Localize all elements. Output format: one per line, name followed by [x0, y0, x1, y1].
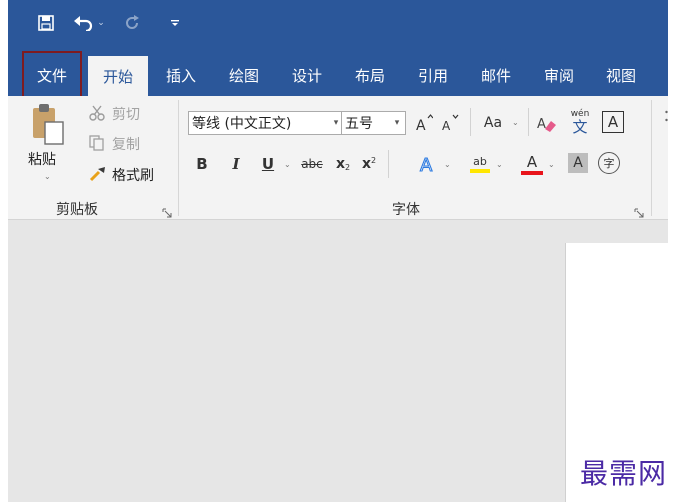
separator — [470, 108, 471, 136]
undo-dropdown-icon[interactable]: ⌄ — [96, 12, 106, 34]
font-launcher-icon[interactable] — [634, 203, 644, 218]
text-effects-dropdown-icon[interactable]: ⌄ — [444, 160, 451, 169]
italic-button[interactable]: I — [226, 152, 246, 176]
subscript-mark: 2 — [344, 163, 351, 172]
character-border-button[interactable]: A — [602, 111, 624, 133]
svg-text:A: A — [442, 119, 451, 133]
svg-text:A: A — [537, 117, 546, 132]
highlight-dropdown-icon[interactable]: ⌄ — [496, 160, 503, 169]
subscript-button[interactable]: x2 — [332, 152, 354, 176]
paste-icon[interactable] — [28, 100, 68, 148]
format-painter-label[interactable]: 格式刷 — [112, 165, 154, 185]
tab-view[interactable]: 视图 — [598, 58, 644, 92]
phonetic-guide-button[interactable]: wén 文 — [568, 107, 592, 137]
font-name-combo[interactable]: 等线 (中文正文) ▾ — [188, 111, 345, 135]
font-color-swatch — [521, 171, 543, 175]
svg-text:A: A — [420, 155, 433, 175]
ribbon-overflow-dots-icon — [665, 108, 668, 138]
cut-label: 剪切 — [112, 107, 140, 123]
cut-icon — [88, 104, 106, 122]
tab-home[interactable]: 开始 — [88, 56, 148, 96]
separator — [528, 108, 529, 136]
font-group-label: 字体 — [392, 202, 420, 218]
watermark: 最需网 — [580, 457, 668, 490]
customize-quick-access-icon[interactable] — [168, 12, 182, 34]
font-color-button[interactable]: A — [520, 151, 544, 177]
tab-draw[interactable]: 绘图 — [221, 58, 267, 92]
enclose-characters-button[interactable]: 字 — [598, 152, 620, 174]
tab-review[interactable]: 审阅 — [536, 58, 582, 92]
font-name-value: 等线 (中文正文) — [192, 116, 292, 132]
font-size-dropdown-icon[interactable]: ▾ — [389, 118, 405, 128]
tab-layout[interactable]: 布局 — [347, 58, 393, 92]
tab-insert[interactable]: 插入 — [158, 58, 204, 92]
group-separator — [178, 100, 179, 216]
tab-file[interactable]: 文件 — [24, 58, 80, 92]
clear-formatting-icon[interactable]: A — [536, 111, 558, 135]
font-color-char: A — [526, 153, 538, 171]
tab-references[interactable]: 引用 — [410, 58, 456, 92]
superscript-button[interactable]: x2 — [358, 152, 380, 176]
highlight-color-swatch — [470, 169, 490, 173]
separator — [388, 150, 389, 178]
highlight-text: ab — [473, 155, 487, 168]
text-effects-icon[interactable]: A — [418, 151, 440, 177]
redo-icon — [122, 12, 142, 34]
font-size-value: 五号 — [345, 116, 373, 132]
svg-text:A: A — [416, 118, 426, 133]
strikethrough-button[interactable]: abc — [298, 152, 326, 176]
grow-font-icon[interactable]: A — [414, 111, 434, 135]
character-shading-button[interactable]: A — [568, 153, 588, 173]
change-case-button[interactable]: Aa — [478, 111, 508, 135]
superscript-mark: 2 — [370, 156, 377, 165]
font-color-dropdown-icon[interactable]: ⌄ — [548, 160, 555, 169]
copy-label: 复制 — [112, 137, 140, 153]
underline-dropdown-icon[interactable]: ⌄ — [284, 160, 291, 169]
paste-dropdown-icon[interactable]: ⌄ — [44, 172, 51, 181]
phonetic-guide-char: 文 — [572, 118, 588, 136]
paste-label[interactable]: 粘贴 — [28, 149, 56, 169]
underline-button[interactable]: U — [258, 152, 278, 176]
clipboard-group-label: 剪贴板 — [56, 202, 98, 218]
copy-icon — [88, 134, 106, 152]
format-painter-icon[interactable] — [88, 165, 108, 183]
font-size-combo[interactable]: 五号 ▾ — [341, 111, 406, 135]
clipboard-launcher-icon[interactable] — [162, 203, 172, 218]
save-icon[interactable] — [36, 12, 56, 34]
highlight-color-button[interactable]: ab — [468, 151, 492, 177]
shrink-font-icon[interactable]: A — [440, 111, 460, 135]
change-case-dropdown-icon[interactable]: ⌄ — [512, 118, 519, 127]
subscript-base: x — [335, 156, 345, 172]
group-separator — [651, 100, 652, 216]
superscript-base: x — [361, 156, 371, 172]
bold-button[interactable]: B — [192, 152, 212, 176]
word-window: ⌄ 文件 开始 插入 绘图 设计 布局 引用 邮件 审阅 视图 粘贴 ⌄ 剪切 … — [8, 0, 668, 502]
title-bar — [8, 0, 668, 46]
tab-design[interactable]: 设计 — [284, 58, 330, 92]
tab-mailings[interactable]: 邮件 — [473, 58, 519, 92]
undo-icon[interactable] — [72, 12, 94, 34]
